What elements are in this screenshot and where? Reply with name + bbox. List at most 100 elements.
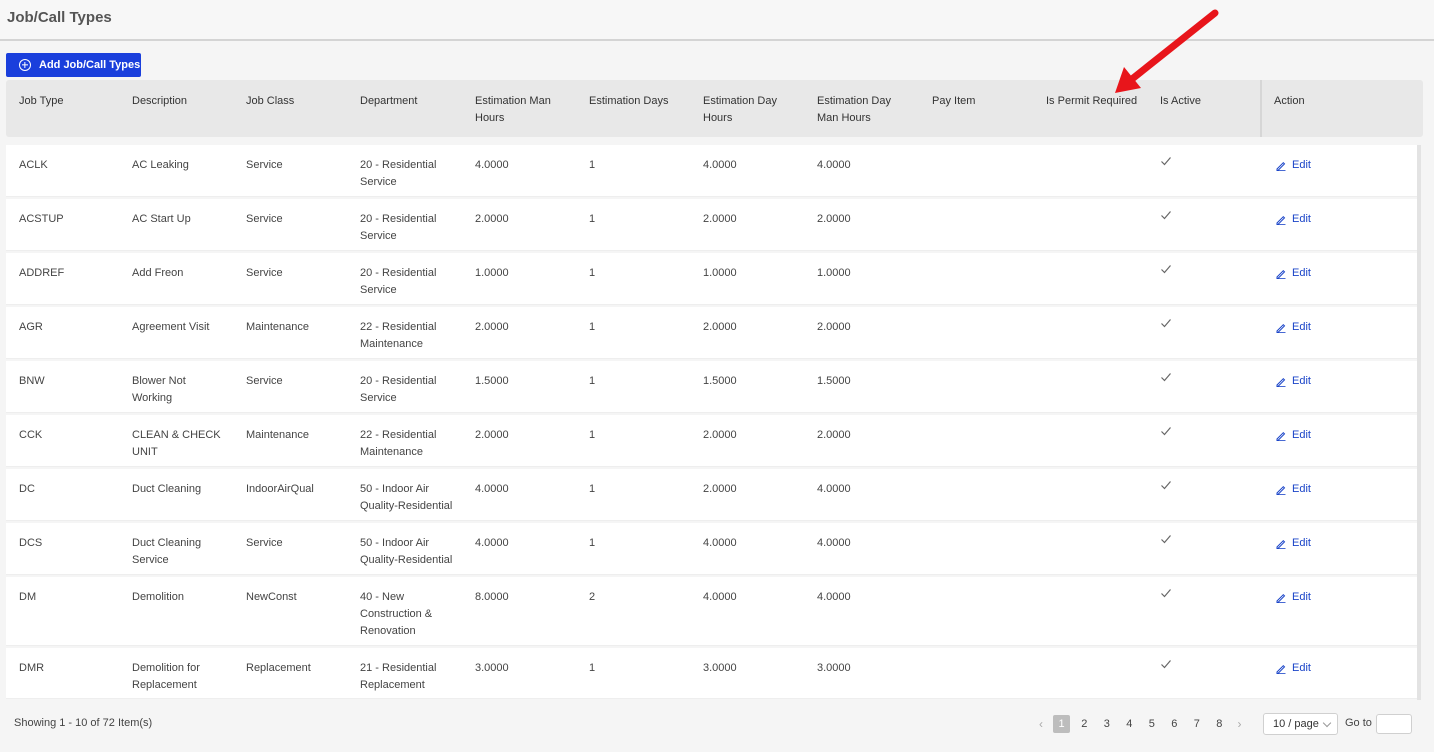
cell-job-class: Replacement xyxy=(246,662,311,674)
page-7-button[interactable]: 7 xyxy=(1186,715,1209,733)
cell-description: Demolition for Replacement xyxy=(132,662,200,691)
showing-count: Showing 1 - 10 of 72 Item(s) xyxy=(14,717,153,729)
add-job-call-types-button[interactable]: Add Job/Call Types xyxy=(6,53,141,77)
column-divider xyxy=(1260,80,1262,137)
page-6-button[interactable]: 6 xyxy=(1163,715,1186,733)
cell-description: AC Start Up xyxy=(132,213,191,225)
check-icon xyxy=(1161,660,1171,669)
edit-link[interactable]: Edit xyxy=(1276,319,1311,336)
column-header-job-class: Job Class xyxy=(246,95,295,107)
check-icon xyxy=(1161,535,1171,544)
cell-est-days: 1 xyxy=(589,267,596,279)
cell-job-type: ADDREF xyxy=(19,267,65,279)
table-row: DC Duct Cleaning IndoorAirQual 50 - Indoor … xyxy=(6,469,1417,521)
pencil-icon xyxy=(1276,539,1286,549)
cell-description: Blower Not Working xyxy=(132,375,186,404)
column-header-job-type: Job Type xyxy=(19,95,64,107)
column-header-action: Action xyxy=(1274,95,1305,107)
cell-est-man-hours: 8.0000 xyxy=(475,591,509,603)
cell-est-day-hours: 2.0000 xyxy=(703,429,737,441)
table-header: Job Type Description Job Class Department Es… xyxy=(6,80,1423,137)
cell-est-day-hours: 1.0000 xyxy=(703,267,737,279)
edit-label: Edit xyxy=(1292,429,1311,441)
edit-link[interactable]: Edit xyxy=(1276,265,1311,282)
edit-label: Edit xyxy=(1292,213,1311,225)
cell-est-days: 1 xyxy=(589,429,596,441)
cell-job-class: Maintenance xyxy=(246,321,309,333)
edit-link[interactable]: Edit xyxy=(1276,427,1311,444)
table-row: DM Demolition NewConst 40 - New Constructio… xyxy=(6,577,1417,646)
table-row: ACSTUP AC Start Up Service 20 - Residential… xyxy=(6,199,1417,251)
cell-est-day-man-hours: 1.0000 xyxy=(817,267,851,279)
cell-department: 20 - Residential Service xyxy=(360,213,437,242)
cell-job-type: CCK xyxy=(19,429,43,441)
next-page-icon[interactable]: › xyxy=(1231,717,1249,731)
cell-department: 22 - Residential Maintenance xyxy=(360,321,437,350)
cell-job-class: Service xyxy=(246,213,283,225)
cell-department: 40 - New Construction & Renovation xyxy=(360,591,433,637)
cell-job-class: IndoorAirQual xyxy=(246,483,314,495)
cell-est-man-hours: 1.0000 xyxy=(475,267,509,279)
cell-est-man-hours: 4.0000 xyxy=(475,483,509,495)
cell-est-days: 1 xyxy=(589,159,596,171)
column-header-department: Department xyxy=(360,95,418,107)
cell-est-man-hours: 1.5000 xyxy=(475,375,509,387)
page-size-select[interactable]: 10 / page xyxy=(1263,713,1338,735)
column-header-est-day-man-hours: Estimation Day Man Hours xyxy=(817,95,891,124)
page-2-button[interactable]: 2 xyxy=(1073,715,1096,733)
pencil-icon xyxy=(1276,431,1286,441)
table-row: BNW Blower Not Working Service 20 - Residen… xyxy=(6,361,1417,413)
cell-est-man-hours: 4.0000 xyxy=(475,537,509,549)
pencil-icon xyxy=(1276,664,1286,674)
add-button-label: Add Job/Call Types xyxy=(39,59,141,71)
cell-description: Demolition xyxy=(132,591,184,603)
cell-est-man-hours: 2.0000 xyxy=(475,321,509,333)
edit-link[interactable]: Edit xyxy=(1276,157,1311,174)
prev-page-icon[interactable]: ‹ xyxy=(1032,717,1050,731)
edit-link[interactable]: Edit xyxy=(1276,211,1311,228)
cell-est-day-hours: 2.0000 xyxy=(703,321,737,333)
table-row: ADDREF Add Freon Service 20 - Residential S… xyxy=(6,253,1417,305)
column-header-est-man-hours: Estimation Man Hours xyxy=(475,95,551,124)
page-3-button[interactable]: 3 xyxy=(1096,715,1119,733)
cell-department: 21 - Residential Replacement xyxy=(360,662,437,691)
cell-job-class: Service xyxy=(246,537,283,549)
column-header-est-days: Estimation Days xyxy=(589,95,669,107)
pencil-icon xyxy=(1276,323,1286,333)
cell-est-day-hours: 2.0000 xyxy=(703,483,737,495)
check-icon xyxy=(1161,373,1171,382)
page-4-button[interactable]: 4 xyxy=(1118,715,1141,733)
cell-department: 20 - Residential Service xyxy=(360,267,437,296)
check-icon xyxy=(1161,319,1171,328)
cell-est-day-man-hours: 2.0000 xyxy=(817,321,851,333)
edit-link[interactable]: Edit xyxy=(1276,481,1311,498)
check-icon xyxy=(1161,427,1171,436)
page-1-button[interactable]: 1 xyxy=(1053,715,1070,733)
goto-label: Go to xyxy=(1345,717,1372,729)
cell-department: 50 - Indoor Air Quality-Residential xyxy=(360,483,453,512)
pencil-icon xyxy=(1276,215,1286,225)
edit-link[interactable]: Edit xyxy=(1276,660,1311,677)
edit-link[interactable]: Edit xyxy=(1276,535,1311,552)
page-5-button[interactable]: 5 xyxy=(1141,715,1164,733)
cell-job-type: ACSTUP xyxy=(19,213,64,225)
page-8-button[interactable]: 8 xyxy=(1208,715,1231,733)
cell-est-day-man-hours: 2.0000 xyxy=(817,213,851,225)
cell-job-class: Service xyxy=(246,375,283,387)
plus-circle-icon xyxy=(19,59,31,71)
cell-description: CLEAN & CHECK UNIT xyxy=(132,429,221,458)
edit-label: Edit xyxy=(1292,159,1311,171)
table-scrollbar[interactable] xyxy=(1417,145,1421,700)
pencil-icon xyxy=(1276,161,1286,171)
goto-page-input[interactable] xyxy=(1376,714,1412,734)
edit-link[interactable]: Edit xyxy=(1276,589,1311,606)
cell-description: Duct Cleaning Service xyxy=(132,537,202,566)
cell-job-type: DM xyxy=(19,591,37,603)
table-row: DMR Demolition for Replacement Replacement… xyxy=(6,648,1417,699)
cell-est-days: 1 xyxy=(589,213,596,225)
cell-job-type: BNW xyxy=(19,375,45,387)
pencil-icon xyxy=(1276,269,1286,279)
edit-link[interactable]: Edit xyxy=(1276,373,1311,390)
cell-description: AC Leaking xyxy=(132,159,189,171)
chevron-down-icon xyxy=(1322,718,1332,728)
